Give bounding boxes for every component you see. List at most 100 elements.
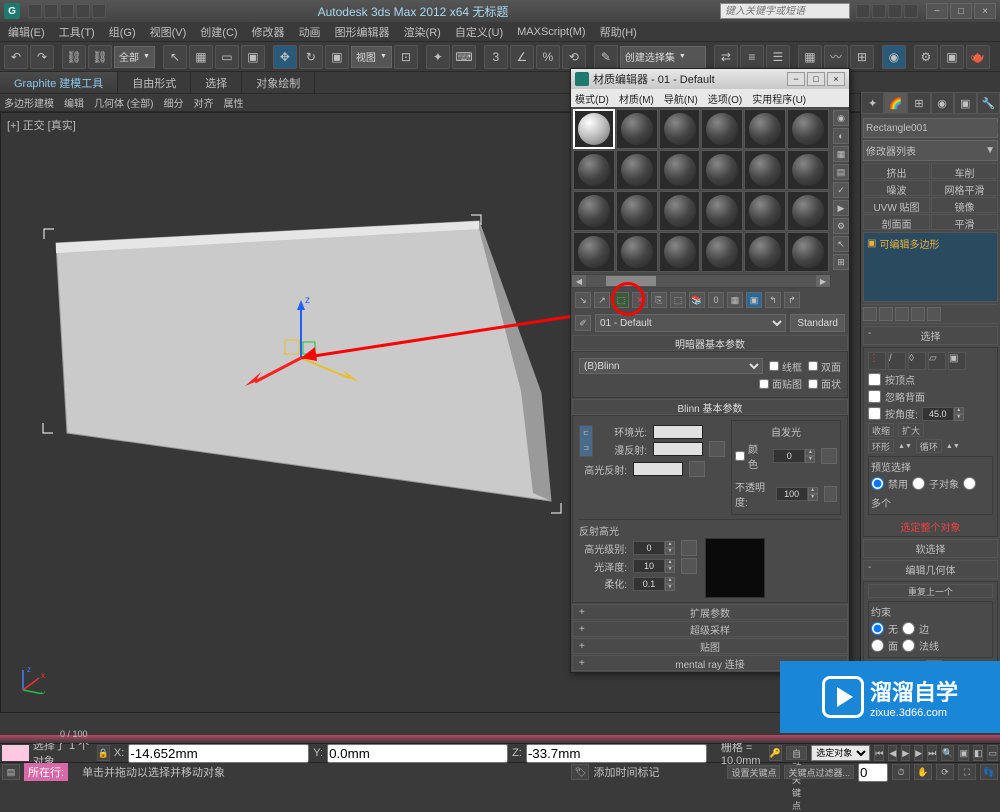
subobj-vertex-icon[interactable]: ⋮: [868, 352, 886, 370]
material-slot[interactable]: [701, 150, 743, 190]
time-tag-icon[interactable]: 🏷: [571, 764, 589, 780]
ignore-backfacing-checkbox[interactable]: [868, 390, 881, 403]
filter-dropdown[interactable]: 全部: [114, 46, 155, 68]
faceted-checkbox[interactable]: [808, 379, 818, 389]
coord-z-input[interactable]: [526, 744, 707, 763]
nav-region-icon[interactable]: ▭: [987, 745, 998, 761]
stack-unique-icon[interactable]: [895, 307, 909, 321]
cmd-tab-create[interactable]: ✦: [861, 92, 884, 114]
render-setup-button[interactable]: ⚙: [914, 45, 938, 69]
spec-level-map-button[interactable]: [681, 540, 697, 556]
titlebar-icon[interactable]: [76, 4, 90, 18]
mod-btn-mirror[interactable]: 镜像: [931, 197, 998, 213]
constraint-none-radio[interactable]: [871, 622, 884, 635]
align-button[interactable]: ≡: [740, 45, 764, 69]
nav-max-toggle-icon[interactable]: ⛶: [958, 764, 976, 780]
goto-start-icon[interactable]: ⏮: [874, 745, 884, 761]
material-slot[interactable]: [787, 109, 829, 149]
select-region-button[interactable]: ▭: [215, 45, 239, 69]
rollout-blinn-params[interactable]: Blinn 基本参数: [572, 399, 848, 415]
menu-group[interactable]: 组(G): [109, 24, 136, 40]
schematic-view-button[interactable]: ⊞: [850, 45, 874, 69]
wire-checkbox[interactable]: [769, 361, 779, 371]
menu-views[interactable]: 视图(V): [150, 24, 187, 40]
key-filters-button[interactable]: 关键点过滤器...: [784, 765, 854, 779]
scroll-thumb[interactable]: [606, 276, 656, 286]
material-slot[interactable]: [744, 191, 786, 231]
select-button[interactable]: ↖: [163, 45, 187, 69]
menu-rendering[interactable]: 渲染(R): [404, 24, 441, 40]
repeat-last-button[interactable]: 重复上一个: [868, 584, 993, 598]
menu-create[interactable]: 创建(C): [200, 24, 237, 40]
auto-key-button[interactable]: 自动关键点: [786, 746, 807, 760]
reset-map-icon[interactable]: ✕: [632, 292, 648, 308]
ribbon-tab-modeling[interactable]: Graphite 建模工具: [0, 72, 118, 93]
subobj-border-icon[interactable]: ◊: [908, 352, 926, 370]
material-slot[interactable]: [787, 150, 829, 190]
sample-type-icon[interactable]: ◉: [833, 110, 849, 126]
menu-tools[interactable]: 工具(T): [59, 24, 95, 40]
stack-remove-icon[interactable]: [911, 307, 925, 321]
select-by-mat-icon[interactable]: ↖: [833, 236, 849, 252]
ribbon-tab-selection[interactable]: 选择: [191, 72, 242, 93]
mat-menu-utilities[interactable]: 实用程序(U): [752, 91, 806, 106]
material-slot[interactable]: [573, 150, 615, 190]
next-frame-icon[interactable]: ▶: [914, 745, 923, 761]
two-sided-checkbox[interactable]: [808, 361, 818, 371]
goto-end-icon[interactable]: ⏭: [927, 745, 937, 761]
material-slot[interactable]: [616, 109, 658, 149]
material-slot-1[interactable]: [573, 109, 615, 149]
curve-editor-button[interactable]: 〰: [824, 45, 848, 69]
get-material-icon[interactable]: ↘: [575, 292, 591, 308]
backlight-icon[interactable]: ◐: [833, 128, 849, 144]
by-angle-checkbox[interactable]: [868, 407, 881, 420]
options-icon[interactable]: ⚙: [833, 218, 849, 234]
rotate-button[interactable]: ↻: [299, 45, 323, 69]
preview-multi-radio[interactable]: [963, 477, 976, 490]
nav-pan-icon[interactable]: ✋: [914, 764, 932, 780]
go-forward-icon[interactable]: ↱: [784, 292, 800, 308]
cmd-tab-modify[interactable]: 🌈: [884, 92, 907, 114]
mod-btn-lathe[interactable]: 车削: [931, 163, 998, 179]
by-angle-spinner[interactable]: [922, 407, 954, 421]
titlebar-icon[interactable]: [60, 4, 74, 18]
prev-frame-icon[interactable]: ◀: [888, 745, 897, 761]
mat-map-nav-icon[interactable]: ⊞: [833, 254, 849, 270]
keyboard-shortcut-button[interactable]: ⌨: [452, 45, 476, 69]
menu-modifiers[interactable]: 修改器: [252, 24, 285, 40]
soften-spinner[interactable]: [633, 577, 665, 591]
material-slot[interactable]: [701, 191, 743, 231]
material-slot[interactable]: [744, 232, 786, 272]
gloss-map-button[interactable]: [681, 558, 697, 574]
stack-item-editable-poly[interactable]: 可编辑多边形: [879, 236, 939, 251]
mod-btn-extrude[interactable]: 挤出: [863, 163, 930, 179]
rollout-selection[interactable]: 选择: [863, 326, 998, 345]
rollout-maps[interactable]: 贴图: [572, 638, 848, 654]
coord-x-input[interactable]: [128, 744, 309, 763]
loop-button[interactable]: 循环: [916, 439, 942, 453]
menu-customize[interactable]: 自定义(U): [455, 24, 503, 40]
material-slot[interactable]: [659, 191, 701, 231]
self-illum-map-button[interactable]: [821, 448, 837, 464]
named-selection-dropdown[interactable]: 创建选择集: [620, 46, 706, 68]
constraint-edge-radio[interactable]: [902, 622, 915, 635]
assign-to-selection-icon[interactable]: ⬚: [613, 292, 629, 308]
minimize-button[interactable]: −: [926, 3, 948, 19]
mirror-button[interactable]: ⇄: [714, 45, 738, 69]
nav-zoom-icon[interactable]: 🔍: [941, 745, 954, 761]
move-button[interactable]: ✥: [273, 45, 297, 69]
show-end-result-icon[interactable]: ▣: [746, 292, 762, 308]
menu-help[interactable]: 帮助(H): [600, 24, 637, 40]
by-vertex-checkbox[interactable]: [868, 373, 881, 386]
menu-edit[interactable]: 编辑(E): [8, 24, 45, 40]
make-preview-icon[interactable]: ▶: [833, 200, 849, 216]
help-icon[interactable]: [904, 4, 918, 18]
specular-map-button[interactable]: [689, 461, 705, 477]
preview-disable-radio[interactable]: [871, 477, 884, 490]
material-slot[interactable]: [616, 191, 658, 231]
close-button[interactable]: ×: [974, 3, 996, 19]
scroll-left-button[interactable]: ◀: [572, 275, 586, 287]
mat-menu-material[interactable]: 材质(M): [619, 91, 654, 106]
sub-subdiv[interactable]: 细分: [163, 95, 183, 110]
menu-animation[interactable]: 动画: [299, 24, 321, 40]
